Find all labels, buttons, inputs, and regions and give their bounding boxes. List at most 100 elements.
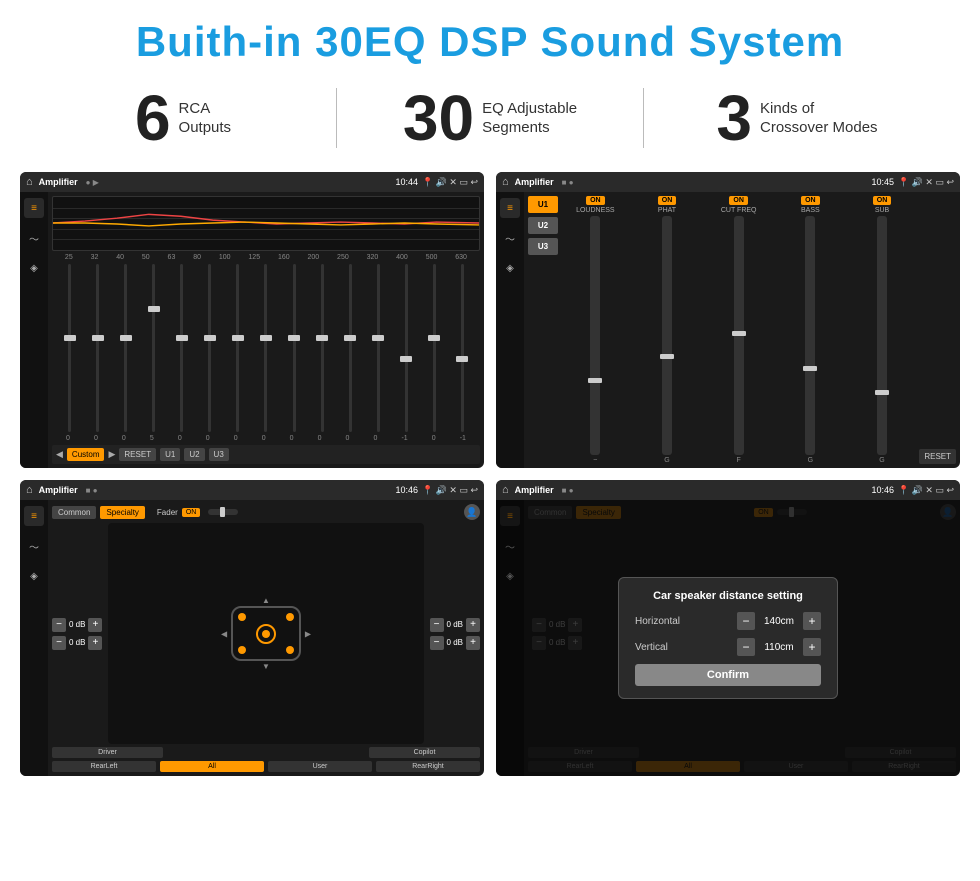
horizontal-plus[interactable]: + [803, 612, 821, 630]
loudness-label: LOUDNESS [576, 207, 615, 214]
preset-u2[interactable]: U2 [528, 217, 558, 234]
crossover-sidebar-wave[interactable]: 〜 [500, 228, 520, 248]
crossover-sidebar-eq[interactable]: ≡ [500, 198, 520, 218]
eq-slider-7[interactable] [252, 264, 279, 432]
horizontal-row: Horizontal − 140cm + [635, 612, 821, 630]
eq-slider-8[interactable] [281, 264, 308, 432]
loudness-slider[interactable] [590, 216, 600, 455]
amp-ch-sub: ON SUB G [848, 196, 917, 464]
eq-slider-4[interactable] [168, 264, 195, 432]
eq-reset-btn[interactable]: RESET [119, 448, 156, 461]
bass-on-badge[interactable]: ON [801, 196, 820, 205]
amp-reset-btn[interactable]: RESET [919, 449, 956, 464]
preset-u1[interactable]: U1 [528, 196, 558, 213]
user-btn[interactable]: User [268, 761, 372, 772]
nav-up[interactable]: ▲ [262, 596, 270, 605]
vol-minus-tl[interactable]: − [52, 618, 66, 632]
eq-slider-12[interactable] [393, 264, 420, 432]
eq-sidebar-speaker[interactable]: ◈ [24, 258, 44, 278]
vertical-plus[interactable]: + [803, 638, 821, 656]
eq-u1-btn[interactable]: U1 [160, 448, 180, 461]
bass-label: BASS [801, 207, 820, 214]
sub-label: SUB [875, 207, 889, 214]
phat-on-badge[interactable]: ON [658, 196, 677, 205]
user-avatar[interactable]: 👤 [464, 504, 480, 520]
stat-eq: 30 EQ AdjustableSegments [347, 86, 633, 150]
home-icon[interactable]: ⌂ [26, 176, 33, 188]
eq-sidebar-eq[interactable]: ≡ [24, 198, 44, 218]
dialog-status-icons: 📍 🔊 ✕ ▭ ↩ [898, 485, 954, 496]
vertical-row: Vertical − 110cm + [635, 638, 821, 656]
crossover-sidebar-speaker[interactable]: ◈ [500, 258, 520, 278]
fader-home-icon[interactable]: ⌂ [26, 484, 33, 496]
stat-rca-text: RCAOutputs [179, 99, 232, 138]
eq-graph [52, 196, 480, 251]
eq-slider-11[interactable] [365, 264, 392, 432]
eq-slider-0[interactable] [56, 264, 83, 432]
dialog-title: Car speaker distance setting [635, 590, 821, 602]
vertical-minus[interactable]: − [737, 638, 755, 656]
eq-slider-3[interactable] [140, 264, 167, 432]
fader-label: Fader [157, 508, 178, 517]
vol-minus-tr[interactable]: − [430, 618, 444, 632]
crossover-home-icon[interactable]: ⌂ [502, 176, 509, 188]
nav-left[interactable]: ◀ [221, 629, 227, 638]
fader-horizontal-slider[interactable] [208, 509, 238, 515]
all-btn[interactable]: All [160, 761, 264, 772]
phat-slider[interactable] [662, 216, 672, 455]
fader-top-bar: Common Specialty Fader ON 👤 [52, 504, 480, 520]
eq-slider-5[interactable] [196, 264, 223, 432]
vol-plus-tr[interactable]: + [466, 618, 480, 632]
driver-btn[interactable]: Driver [52, 747, 163, 758]
fader-sidebar-speaker[interactable]: ◈ [24, 566, 44, 586]
eq-slider-13[interactable] [421, 264, 448, 432]
nav-down[interactable]: ▼ [262, 662, 270, 671]
vol-plus-br[interactable]: + [466, 636, 480, 650]
fader-status-icons: 📍 🔊 ✕ ▭ ↩ [422, 485, 478, 496]
loudness-on-badge[interactable]: ON [586, 196, 605, 205]
stat-eq-number: 30 [403, 86, 474, 150]
sub-slider[interactable] [877, 216, 887, 455]
eq-u2-btn[interactable]: U2 [184, 448, 204, 461]
vol-minus-bl[interactable]: − [52, 636, 66, 650]
eq-slider-6[interactable] [224, 264, 251, 432]
bass-val: G [808, 457, 813, 464]
cutfreq-on-badge[interactable]: ON [729, 196, 748, 205]
dialog-home-icon[interactable]: ⌂ [502, 484, 509, 496]
vol-plus-bl[interactable]: + [88, 636, 102, 650]
common-tab[interactable]: Common [52, 506, 96, 519]
rearleft-btn[interactable]: RearLeft [52, 761, 156, 772]
fader-sidebar-wave[interactable]: 〜 [24, 536, 44, 556]
eq-slider-2[interactable] [112, 264, 139, 432]
eq-slider-14[interactable] [449, 264, 476, 432]
eq-slider-10[interactable] [337, 264, 364, 432]
fader-on-badge[interactable]: ON [182, 508, 201, 517]
vertical-control: − 110cm + [737, 638, 821, 656]
vol-minus-br[interactable]: − [430, 636, 444, 650]
crossover-sidebar: ≡ 〜 ◈ [496, 192, 524, 468]
eq-slider-1[interactable] [84, 264, 111, 432]
eq-prev-icon[interactable]: ◀ [56, 449, 63, 460]
fader-sidebar-eq[interactable]: ≡ [24, 506, 44, 526]
eq-u3-btn[interactable]: U3 [209, 448, 229, 461]
eq-next-icon[interactable]: ▶ [108, 449, 115, 460]
eq-bottom-bar: ◀ Custom ▶ RESET U1 U2 U3 [52, 445, 480, 464]
dialog-screen: ⌂ Amplifier ■ ● 10:46 📍 🔊 ✕ ▭ ↩ ≡ 〜 ◈ Co… [496, 480, 960, 776]
horizontal-minus[interactable]: − [737, 612, 755, 630]
eq-custom-btn[interactable]: Custom [67, 448, 105, 461]
confirm-button[interactable]: Confirm [635, 664, 821, 686]
nav-right[interactable]: ▶ [305, 629, 311, 638]
bass-slider[interactable] [805, 216, 815, 455]
eq-sidebar-wave[interactable]: 〜 [24, 228, 44, 248]
eq-sidebar: ≡ 〜 ◈ [20, 192, 48, 468]
rearright-btn[interactable]: RearRight [376, 761, 480, 772]
eq-slider-9[interactable] [309, 264, 336, 432]
sub-on-badge[interactable]: ON [873, 196, 892, 205]
sub-val: G [879, 457, 884, 464]
cutfreq-slider[interactable] [734, 216, 744, 455]
preset-u3[interactable]: U3 [528, 238, 558, 255]
vol-plus-tl[interactable]: + [88, 618, 102, 632]
specialty-tab[interactable]: Specialty [100, 506, 144, 519]
copilot-btn[interactable]: Copilot [369, 747, 480, 758]
speaker-layout: ▲ ▼ ◀ ▶ [108, 523, 423, 744]
